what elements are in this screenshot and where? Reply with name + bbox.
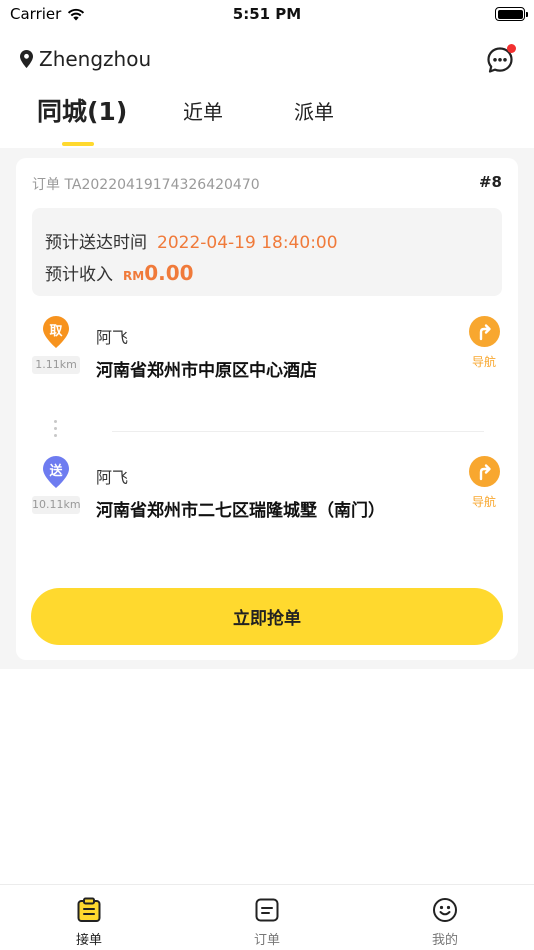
pickup-navigate-button[interactable]: 导航: [464, 316, 504, 370]
delivery-tag: 送: [49, 464, 63, 479]
location-pin-icon: [20, 50, 33, 68]
navigation-arrow-icon: [468, 456, 500, 487]
tabbar-label-me: 我的: [431, 933, 458, 948]
clock: 5:51 PM: [232, 5, 302, 23]
income-row: 预计收入 RM0.00: [45, 260, 194, 285]
pickup-contact-name: 阿飞: [96, 328, 129, 347]
smiley-icon: [432, 897, 458, 923]
delivery-address: 河南省郑州市二七区瑞隆城墅（南门）: [96, 501, 385, 521]
delivery-distance: 10.11km: [32, 496, 81, 514]
pickup-pin-icon: 取: [43, 316, 69, 348]
tabbar-item-accept[interactable]: 接单: [49, 897, 129, 948]
clipboard-icon: [76, 897, 102, 923]
delivery-navigate-label: 导航: [471, 495, 496, 509]
route-connector: [54, 420, 58, 441]
delivery-navigate-button[interactable]: 导航: [464, 456, 504, 510]
message-button[interactable]: [486, 44, 516, 74]
bottom-tab-bar: 接单 订单 我的: [0, 884, 534, 950]
delivery-contact-name: 阿飞: [96, 468, 129, 487]
eta-row: 预计送达时间 2022-04-19 18:40:00: [45, 228, 338, 253]
pickup-tag: 取: [49, 324, 63, 339]
stop-divider: [112, 431, 484, 432]
navigation-arrow-icon: [468, 316, 500, 347]
pickup-stop: 取 1.11km 阿飞 河南省郑州市中原区中心酒店 导航: [16, 316, 518, 396]
city-label: Zhengzhou: [39, 47, 152, 71]
tabbar-item-orders[interactable]: 订单: [227, 897, 307, 948]
tab-same-city[interactable]: 同城(1): [37, 92, 127, 128]
tabbar-item-me[interactable]: 我的: [405, 897, 485, 948]
eta-value: 2022-04-19 18:40:00: [157, 233, 338, 253]
order-number: 订单 TA20220419174326420470: [32, 177, 260, 193]
order-summary: 预计送达时间 2022-04-19 18:40:00 预计收入 RM0.00: [32, 208, 502, 296]
unread-badge: [507, 44, 516, 53]
pickup-address: 河南省郑州市中原区中心酒店: [96, 361, 317, 381]
income-label: 预计收入: [45, 265, 113, 285]
status-bar: Carrier 5:51 PM: [0, 0, 534, 30]
order-index: #8: [478, 173, 502, 191]
battery-icon: [495, 7, 528, 21]
tab-dispatch[interactable]: 派单: [294, 96, 334, 125]
tab-nearby[interactable]: 近单: [183, 96, 223, 125]
pickup-navigate-label: 导航: [471, 355, 496, 369]
active-tab-indicator: [62, 142, 94, 146]
grab-order-button[interactable]: 立即抢单: [31, 588, 503, 645]
tabbar-label-orders: 订单: [253, 933, 280, 948]
order-card[interactable]: 订单 TA20220419174326420470 #8 预计送达时间 2022-…: [16, 158, 518, 660]
tabbar-label-accept: 接单: [75, 933, 102, 948]
order-list: 订单 TA20220419174326420470 #8 预计送达时间 2022-…: [0, 148, 534, 669]
order-list-icon: [254, 897, 280, 923]
pickup-distance: 1.11km: [32, 356, 80, 374]
location-selector[interactable]: Zhengzhou: [20, 47, 151, 71]
order-tabs: 同城(1) 近单 派单: [0, 96, 534, 148]
income-amount: 0.00: [144, 261, 194, 285]
eta-label: 预计送达时间: [45, 233, 147, 253]
income-currency: RM: [123, 269, 145, 283]
delivery-pin-icon: 送: [43, 456, 69, 488]
delivery-stop: 送 10.11km 阿飞 河南省郑州市二七区瑞隆城墅（南门） 导航: [16, 456, 518, 536]
